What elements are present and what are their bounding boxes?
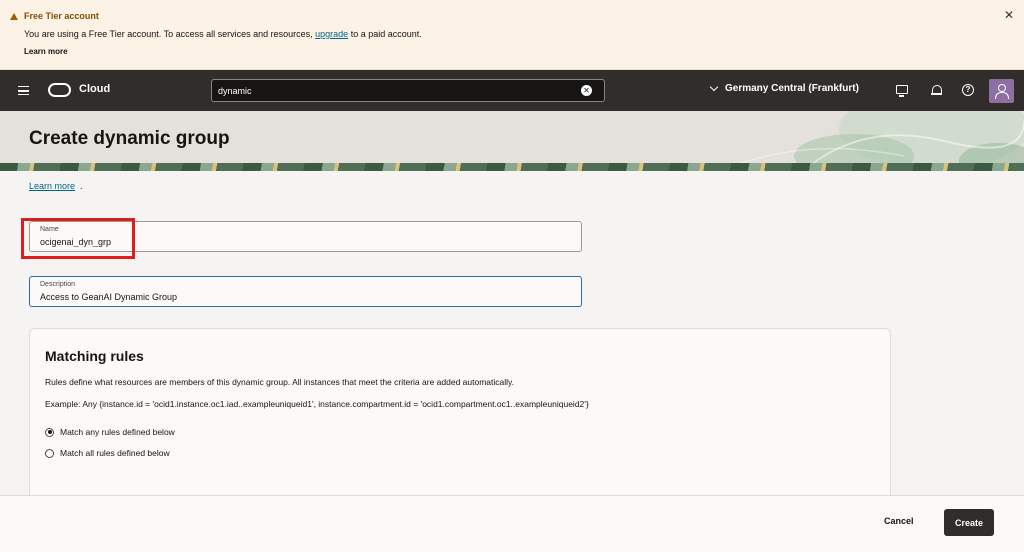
bell-icon[interactable] xyxy=(931,84,943,96)
description-field[interactable]: Description xyxy=(29,276,582,307)
name-label: Name xyxy=(40,226,59,233)
banner-message: You are using a Free Tier account. To ac… xyxy=(24,29,422,39)
search-box[interactable]: ✕ xyxy=(211,79,605,102)
decorative-leaf-graphic xyxy=(723,111,1024,170)
match-all-option[interactable]: Match all rules defined below xyxy=(45,448,170,458)
match-any-label: Match any rules defined below xyxy=(60,427,175,437)
learn-more-period: . xyxy=(80,181,83,191)
free-tier-banner: Free Tier account You are using a Free T… xyxy=(0,0,1024,70)
match-all-label: Match all rules defined below xyxy=(60,448,170,458)
region-selector[interactable]: Germany Central (Frankfurt) xyxy=(709,82,859,94)
decorative-strip xyxy=(0,163,1024,171)
page-header: Create dynamic group xyxy=(0,111,1024,170)
matching-rules-description: Rules define what resources are members … xyxy=(45,377,514,387)
help-icon[interactable]: ? xyxy=(962,84,974,96)
match-all-radio[interactable] xyxy=(45,448,54,458)
close-icon[interactable]: ✕ xyxy=(1004,8,1014,22)
region-label: Germany Central (Frankfurt) xyxy=(725,83,859,94)
logo-text[interactable]: Cloud xyxy=(79,83,110,95)
page-title: Create dynamic group xyxy=(29,128,230,149)
description-label: Description xyxy=(40,281,76,288)
user-avatar[interactable] xyxy=(989,79,1014,103)
banner-title: Free Tier account xyxy=(10,11,99,21)
chevron-down-icon xyxy=(709,82,719,92)
cloud-shell-icon[interactable] xyxy=(896,85,908,97)
clear-search-icon[interactable]: ✕ xyxy=(581,85,592,96)
matching-rules-card: Matching rules Rules define what resourc… xyxy=(29,328,891,511)
cancel-button[interactable]: Cancel xyxy=(884,516,914,526)
oracle-logo-icon[interactable] xyxy=(48,83,71,97)
name-input[interactable] xyxy=(40,235,570,248)
menu-icon[interactable] xyxy=(18,86,29,95)
create-button[interactable]: Create xyxy=(944,509,994,536)
footer-action-bar: Cancel Create xyxy=(0,495,1024,552)
matching-rules-example: Example: Any {instance.id = 'ocid1.insta… xyxy=(45,399,589,409)
description-input[interactable] xyxy=(40,290,570,303)
banner-learn-more-link[interactable]: Learn more xyxy=(24,47,68,56)
banner-text-after: to a paid account. xyxy=(348,29,422,39)
warning-icon xyxy=(10,12,18,20)
match-any-option[interactable]: Match any rules defined below xyxy=(45,427,175,437)
banner-text-before: You are using a Free Tier account. To ac… xyxy=(24,29,316,39)
banner-title-text: Free Tier account xyxy=(24,11,99,21)
search-input[interactable] xyxy=(218,84,578,98)
name-field[interactable]: Name xyxy=(29,221,582,252)
learn-more-link[interactable]: Learn more xyxy=(29,181,75,191)
matching-rules-title: Matching rules xyxy=(45,348,144,364)
match-any-radio[interactable] xyxy=(45,427,54,437)
upgrade-link[interactable]: upgrade xyxy=(315,29,348,39)
